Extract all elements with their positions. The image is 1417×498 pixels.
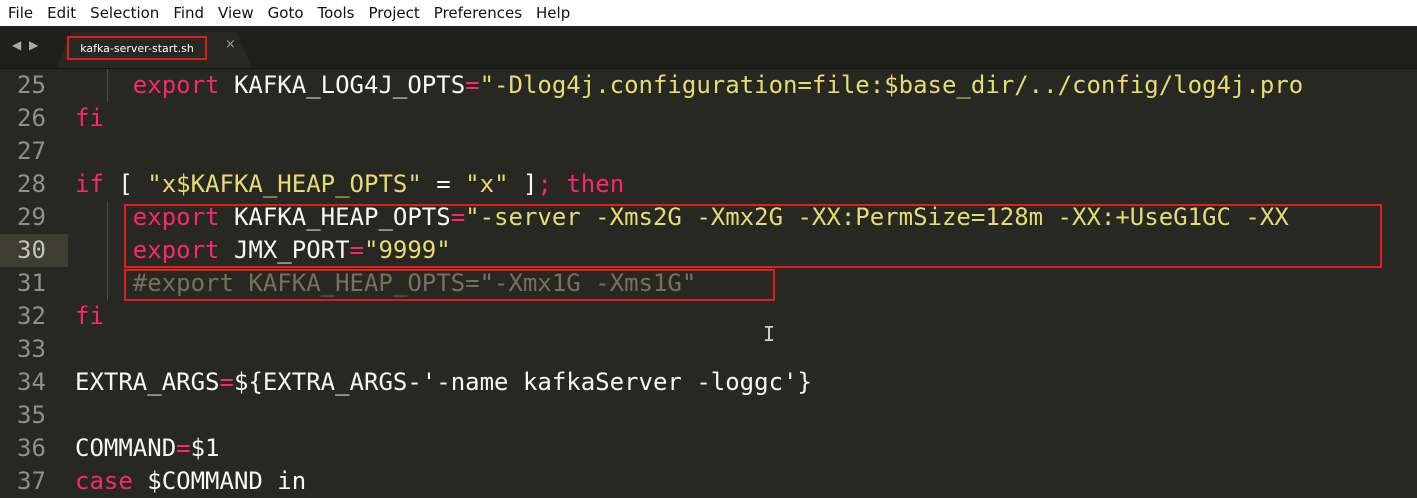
menu-item-selection[interactable]: Selection [83, 0, 166, 26]
code-token: case [75, 467, 133, 495]
highlight-box-heap-opts [124, 204, 1382, 268]
code-token: = [176, 434, 191, 462]
code-line[interactable]: 32 fi [0, 300, 1417, 333]
code-text: COMMAND=$1 [75, 432, 220, 465]
menu-item-tools[interactable]: Tools [311, 0, 362, 26]
line-number: 25 [17, 71, 46, 99]
code-token: [ [103, 170, 148, 198]
code-token: $1 [190, 434, 220, 462]
line-gutter: 29 [0, 201, 68, 234]
code-token: ] [508, 170, 538, 198]
line-gutter: 30 [0, 234, 68, 267]
line-number: 28 [17, 170, 46, 198]
menu-item-project[interactable]: Project [361, 0, 426, 26]
line-gutter: 33 [0, 333, 68, 366]
code-token: ; [537, 170, 567, 198]
code-line[interactable]: 26 fi [0, 102, 1417, 135]
code-text: case $COMMAND in [75, 465, 306, 498]
line-gutter: 27 [0, 135, 68, 168]
code-token: = [421, 170, 466, 198]
line-number: 30 [17, 236, 46, 264]
code-token: = [219, 368, 234, 396]
code-token: COMMAND [75, 434, 177, 462]
code-line[interactable]: 25 export KAFKA_LOG4J_OPTS="-Dlog4j.conf… [0, 69, 1417, 102]
line-number: 29 [17, 203, 46, 231]
code-line[interactable]: 36 COMMAND=$1 [0, 432, 1417, 465]
code-line[interactable]: 35 [0, 399, 1417, 432]
line-gutter: 35 [0, 399, 68, 432]
line-number: 33 [17, 335, 46, 363]
code-token: $COMMAND in [132, 467, 307, 495]
code-token: if [75, 170, 104, 198]
code-token: export [132, 71, 220, 99]
menu-item-file[interactable]: File [0, 0, 40, 26]
menu-item-view[interactable]: View [211, 0, 261, 26]
line-gutter: 28 [0, 168, 68, 201]
line-number: 27 [17, 137, 46, 165]
code-text: fi [75, 300, 104, 333]
menu-bar: File Edit Selection Find View Goto Tools Projec… [0, 0, 1417, 26]
menu-item-help[interactable]: Help [529, 0, 577, 26]
text-cursor-icon: I [762, 322, 776, 346]
code-line[interactable]: 34 EXTRA_ARGS=${EXTRA_ARGS-'-name kafkaSe… [0, 366, 1417, 399]
menu-item-goto[interactable]: Goto [261, 0, 311, 26]
tab-bar: ◀ ▶ [0, 26, 1417, 69]
line-gutter: 25 [0, 69, 68, 102]
code-token: "x$KAFKA_HEAP_OPTS" [147, 170, 422, 198]
line-number: 36 [17, 434, 46, 462]
highlight-box-commented-line [124, 269, 775, 301]
code-token: EXTRA_ARGS [75, 368, 220, 396]
menu-item-edit[interactable]: Edit [40, 0, 83, 26]
line-number: 31 [17, 269, 46, 297]
code-token: KAFKA_LOG4J_OPTS [219, 71, 466, 99]
code-line[interactable]: 27 [0, 135, 1417, 168]
code-text: fi [75, 102, 104, 135]
line-number: 35 [17, 401, 46, 429]
line-gutter: 31 [0, 267, 68, 300]
line-gutter: 26 [0, 102, 68, 135]
code-token: "-Dlog4j.configuration=file:$base_dir/..… [479, 71, 1304, 99]
code-text: EXTRA_ARGS=${EXTRA_ARGS-'-name kafkaServ… [75, 366, 812, 399]
line-number: 32 [17, 302, 46, 330]
code-line[interactable]: 33 [0, 333, 1417, 366]
line-gutter: 37 [0, 465, 68, 498]
line-gutter: 36 [0, 432, 68, 465]
code-token: fi [75, 104, 104, 132]
code-token: then [566, 170, 625, 198]
code-line[interactable]: 37 case $COMMAND in [0, 465, 1417, 498]
menu-item-preferences[interactable]: Preferences [427, 0, 529, 26]
line-number: 37 [17, 467, 46, 495]
line-gutter: 34 [0, 366, 68, 399]
code-token: fi [75, 302, 104, 330]
code-text: if [ "x$KAFKA_HEAP_OPTS" = "x" ]; then [75, 168, 624, 201]
code-line[interactable]: 28 if [ "x$KAFKA_HEAP_OPTS" = "x" ]; then [0, 168, 1417, 201]
tab-title[interactable]: kafka-server-start.sh [67, 36, 207, 60]
line-number: 34 [17, 368, 46, 396]
line-gutter: 32 [0, 300, 68, 333]
line-number: 26 [17, 104, 46, 132]
code-token: ${EXTRA_ARGS-'-name kafkaServer -loggc'} [233, 368, 812, 396]
tab-close-icon[interactable]: × [225, 37, 236, 52]
code-token: "x" [465, 170, 509, 198]
code-token: = [465, 71, 480, 99]
tab-nav-arrows-icon[interactable]: ◀ ▶ [12, 38, 40, 52]
code-text: export KAFKA_LOG4J_OPTS="-Dlog4j.configu… [75, 69, 1303, 102]
menu-item-find[interactable]: Find [166, 0, 211, 26]
